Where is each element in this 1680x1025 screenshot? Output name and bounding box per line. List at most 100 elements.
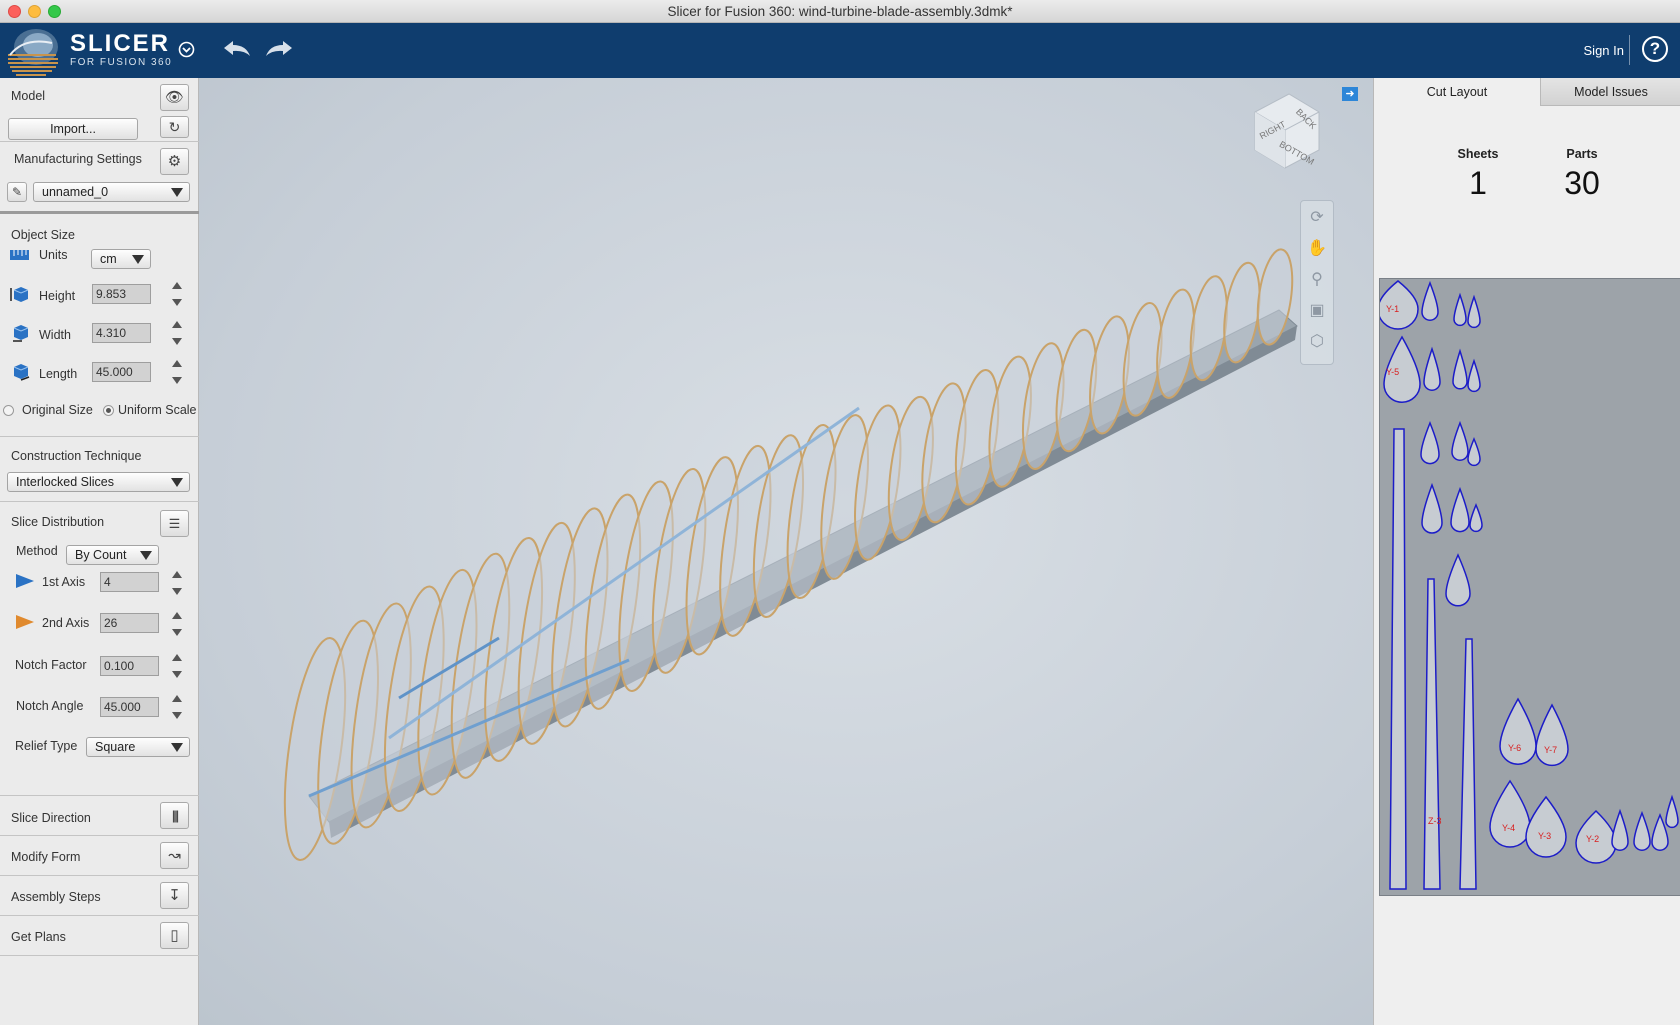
parts-label: Parts — [1566, 147, 1598, 161]
cut-part-rib — [1535, 703, 1569, 767]
sign-in-link[interactable]: Sign In — [1584, 43, 1624, 58]
first-axis-input[interactable]: 4 — [100, 572, 159, 592]
ruler-icon — [10, 250, 29, 260]
manufacturing-preset-select[interactable]: unnamed_0 — [33, 182, 190, 202]
original-size-label: Original Size — [22, 403, 93, 417]
cut-part-rib — [1665, 794, 1679, 829]
pan-hand-icon[interactable]: ✋ — [1301, 235, 1333, 263]
units-label: Units — [39, 248, 68, 262]
notch-factor-input[interactable]: 0.100 — [100, 656, 159, 676]
cut-part-spar — [1459, 638, 1477, 890]
original-size-radio[interactable] — [3, 405, 14, 416]
cut-part-rib — [1525, 795, 1567, 858]
chevron-down-icon — [140, 551, 152, 560]
cut-part-label: Y-1 — [1386, 304, 1399, 314]
modify-form-icon[interactable]: ↝ — [160, 842, 189, 869]
gear-icon[interactable]: ⚙ — [160, 148, 189, 175]
zoom-icon[interactable]: ⚲ — [1301, 266, 1333, 294]
brand-subtitle: FOR FUSION 360 — [70, 57, 173, 68]
parts-count: 30 — [1564, 165, 1600, 201]
tab-model-issues[interactable]: Model Issues — [1540, 78, 1680, 106]
first-axis-arrow-icon — [16, 574, 34, 588]
chevron-down-icon — [171, 743, 183, 752]
uniform-scale-radio[interactable] — [103, 405, 114, 416]
refresh-icon[interactable]: ↻ — [160, 116, 189, 138]
height-stepper[interactable] — [170, 278, 184, 310]
second-axis-stepper[interactable] — [170, 608, 184, 640]
first-axis-stepper[interactable] — [170, 567, 184, 599]
width-stepper[interactable] — [170, 317, 184, 349]
visibility-eye-icon[interactable]: 👁 — [160, 84, 189, 111]
cut-part-rib — [1420, 420, 1440, 465]
construction-technique-select[interactable]: Interlocked Slices — [7, 472, 190, 492]
units-select[interactable]: cm — [91, 249, 151, 269]
window-minimize-button[interactable] — [28, 5, 41, 18]
assembly-steps-row[interactable]: Assembly Steps ↧ — [0, 876, 199, 916]
slicer-logo-icon — [8, 29, 58, 76]
cut-part-rib — [1467, 294, 1481, 329]
window-close-button[interactable] — [8, 5, 21, 18]
notch-angle-input[interactable]: 45.000 — [100, 697, 159, 717]
construction-technique-label: Construction Technique — [11, 449, 142, 463]
undo-icon[interactable] — [222, 39, 252, 59]
navigation-bar: ⟳ ✋ ⚲ ▣ ⬡ — [1300, 200, 1334, 365]
length-input[interactable]: 45.000 — [92, 362, 151, 382]
get-plans-row[interactable]: Get Plans ▯ — [0, 916, 199, 956]
cut-part-rib — [1467, 358, 1481, 393]
chevron-down-icon — [171, 188, 183, 197]
orbit-icon[interactable]: ⟳ — [1301, 204, 1333, 232]
get-plans-icon[interactable]: ▯ — [160, 922, 189, 949]
brand-name: SLICER — [70, 30, 171, 57]
notch-angle-label: Notch Angle — [16, 699, 84, 713]
cut-layout-sheet[interactable]: Y-1 Y-5 Y-6 Y-7 Y-4 Y-3 Y-2 Z-3 — [1379, 278, 1680, 896]
chevron-down-icon — [171, 478, 183, 487]
header-divider — [1629, 35, 1630, 65]
cut-part-label: Y-2 — [1586, 834, 1599, 844]
app-menu-chevron-icon[interactable] — [178, 41, 195, 58]
expand-right-panel-icon[interactable]: ➜ — [1342, 87, 1358, 101]
method-label: Method — [16, 544, 58, 558]
help-icon[interactable]: ? — [1642, 36, 1668, 62]
cut-part-spar — [1423, 578, 1441, 890]
app-header: SLICER FOR FUSION 360 Sign In ? — [0, 23, 1680, 78]
3d-viewport[interactable]: RIGHT BACK BOTTOM ➜ ⟳ ✋ ⚲ ▣ ⬡ — [199, 78, 1373, 1025]
wind-turbine-blade-model[interactable] — [199, 78, 1373, 1025]
relief-type-select[interactable]: Square — [86, 737, 190, 757]
cut-part-rib — [1451, 420, 1469, 461]
height-input[interactable]: 9.853 — [92, 284, 151, 304]
slice-direction-row[interactable]: Slice Direction |||| — [0, 796, 199, 836]
method-select[interactable]: By Count — [66, 545, 159, 565]
window-title: Slicer for Fusion 360: wind-turbine-blad… — [667, 4, 1013, 19]
fit-view-icon[interactable]: ▣ — [1301, 297, 1333, 325]
home-view-icon[interactable]: ⬡ — [1301, 328, 1333, 356]
width-label: Width — [39, 328, 71, 342]
slice-direction-icon[interactable]: |||| — [160, 802, 189, 829]
cut-part-spar — [1389, 428, 1407, 890]
distribution-list-icon[interactable]: ☰ — [160, 510, 189, 537]
cut-part-rib — [1445, 553, 1471, 607]
cut-part-rib — [1423, 346, 1441, 391]
height-label: Height — [39, 289, 76, 303]
cut-part-label: Y-3 — [1538, 831, 1551, 841]
import-button[interactable]: Import... — [8, 118, 138, 140]
window-zoom-button[interactable] — [48, 5, 61, 18]
panel-tabs: Cut Layout Model Issues — [1374, 78, 1680, 106]
view-cube-icon[interactable]: RIGHT BACK BOTTOM — [1249, 90, 1329, 176]
redo-icon[interactable] — [264, 39, 294, 59]
cut-layout-parts[interactable]: Y-1 Y-5 Y-6 Y-7 Y-4 Y-3 Y-2 Z-3 — [1380, 279, 1680, 896]
modify-form-row[interactable]: Modify Form ↝ — [0, 836, 199, 876]
tab-cut-layout[interactable]: Cut Layout — [1374, 78, 1540, 106]
notch-factor-stepper[interactable] — [170, 650, 184, 682]
edit-pencil-icon[interactable]: ✎ — [7, 182, 27, 202]
width-input[interactable]: 4.310 — [92, 323, 151, 343]
notch-angle-stepper[interactable] — [170, 691, 184, 723]
right-panel: Cut Layout Model Issues Sheets 1 Parts 3… — [1373, 78, 1680, 1025]
length-stepper[interactable] — [170, 356, 184, 388]
height-cube-icon — [10, 287, 29, 302]
second-axis-arrow-icon — [16, 615, 34, 629]
object-size-label: Object Size — [11, 228, 75, 242]
assembly-steps-icon[interactable]: ↧ — [160, 882, 189, 909]
cut-part-rib — [1421, 482, 1443, 534]
second-axis-input[interactable]: 26 — [100, 613, 159, 633]
left-panel: Model 👁 Import... ↻ Manufacturing Settin… — [0, 78, 199, 1025]
